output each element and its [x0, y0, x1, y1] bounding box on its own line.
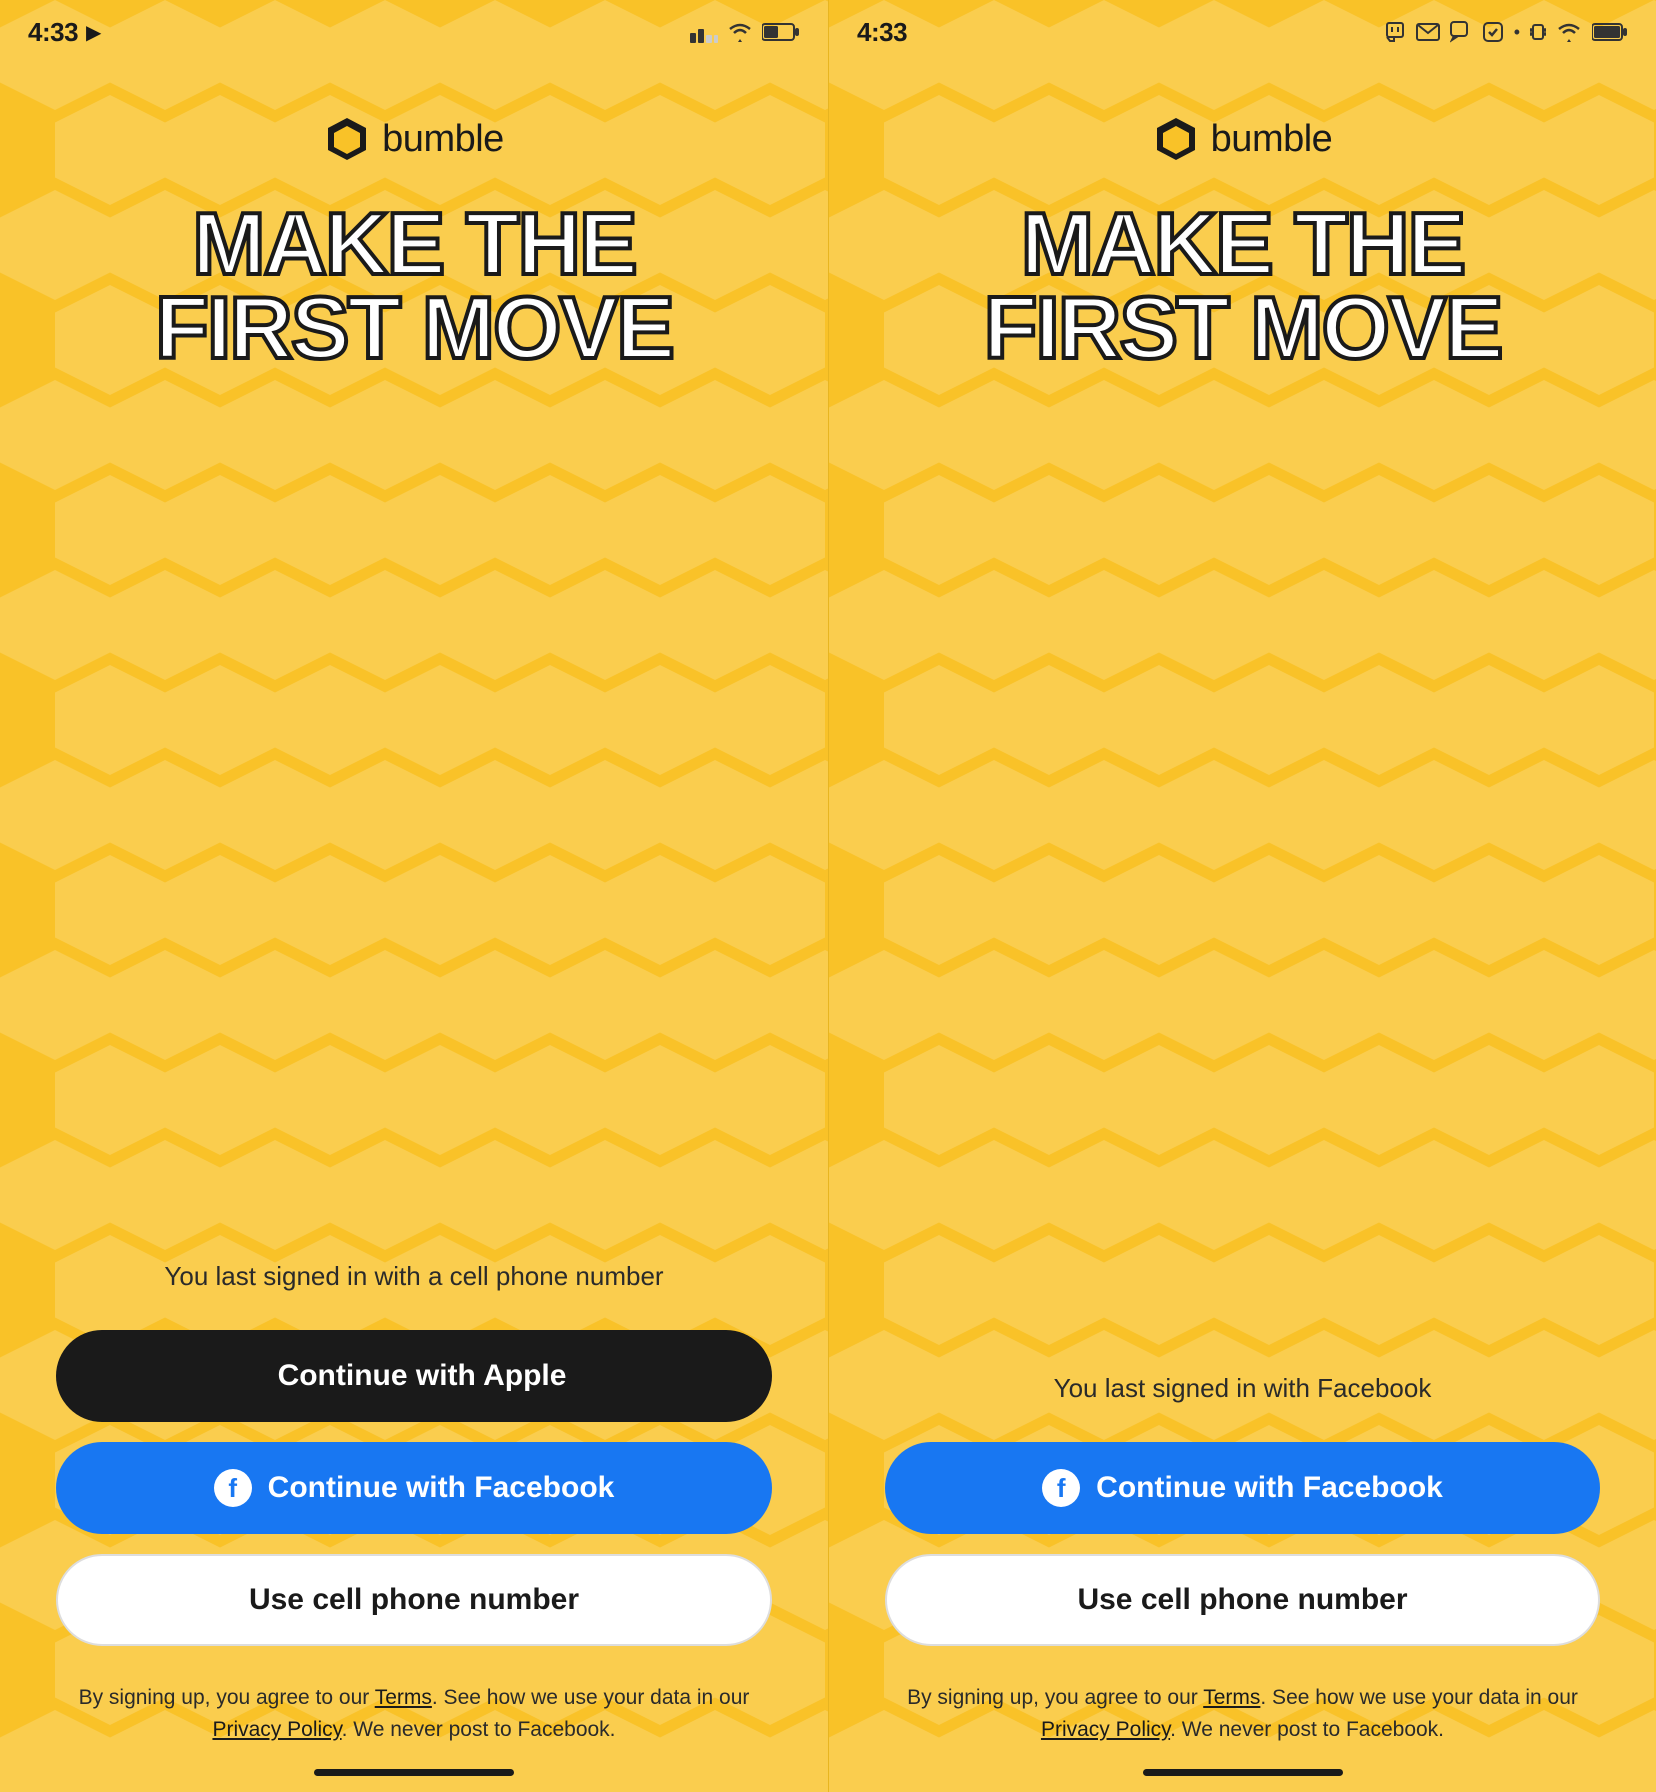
terms-link-left[interactable]: Terms: [375, 1686, 432, 1709]
last-signed-left: You last signed in with a cell phone num…: [164, 1258, 663, 1294]
buttons-left: Continue with Apple f Continue with Face…: [56, 1330, 772, 1646]
facebook-icon-left: f: [214, 1469, 252, 1507]
headline-left: MAKE THEFIRST MOVE: [155, 202, 673, 369]
privacy-link-right[interactable]: Privacy Policy: [1041, 1718, 1170, 1741]
continue-facebook-label-right: Continue with Facebook: [1096, 1471, 1443, 1505]
badge-icon: [1482, 21, 1504, 43]
home-indicator-left: [314, 1769, 514, 1776]
terms-link-right[interactable]: Terms: [1203, 1686, 1260, 1709]
chat-icon: [1450, 21, 1472, 43]
logo-right: bumble: [1153, 116, 1333, 162]
signal-icon: [690, 21, 718, 43]
continue-facebook-button-right[interactable]: f Continue with Facebook: [885, 1442, 1600, 1534]
home-indicator-right: [1143, 1769, 1343, 1776]
logo-text-left: bumble: [382, 118, 504, 161]
mail-icon: [1416, 23, 1440, 41]
continue-apple-button[interactable]: Continue with Apple: [56, 1330, 772, 1422]
continue-facebook-label-left: Continue with Facebook: [268, 1471, 615, 1505]
headline-text-right: MAKE THEFIRST MOVE: [984, 202, 1502, 369]
use-phone-button-right[interactable]: Use cell phone number: [885, 1554, 1600, 1646]
status-time-left: 4:33: [28, 17, 78, 48]
logo-text-right: bumble: [1211, 118, 1333, 161]
wifi-icon-right: [1556, 22, 1582, 42]
left-content: bumble MAKE THEFIRST MOVE You last signe…: [0, 56, 828, 1769]
headline-text-left: MAKE THEFIRST MOVE: [155, 202, 673, 369]
notification-icons-right: •: [1384, 21, 1628, 43]
left-screen: 4:33 ▶: [0, 0, 828, 1792]
last-signed-right: You last signed in with Facebook: [1054, 1370, 1432, 1406]
dot-icon: •: [1514, 22, 1520, 43]
battery-icon: [762, 21, 800, 43]
logo-left: bumble: [324, 116, 504, 162]
location-icon: ▶: [86, 20, 101, 45]
headline-right: MAKE THEFIRST MOVE: [984, 202, 1502, 369]
status-time-right: 4:33: [857, 17, 907, 48]
terms-text-left: By signing up, you agree to our Terms. S…: [56, 1682, 772, 1745]
terms-text-right: By signing up, you agree to our Terms. S…: [885, 1682, 1600, 1745]
continue-apple-label: Continue with Apple: [278, 1359, 567, 1393]
use-phone-label-left: Use cell phone number: [249, 1583, 579, 1617]
status-icons-left: [690, 21, 800, 43]
use-phone-label-right: Use cell phone number: [1077, 1583, 1407, 1617]
continue-facebook-button-left[interactable]: f Continue with Facebook: [56, 1442, 772, 1534]
buttons-right: f Continue with Facebook Use cell phone …: [885, 1442, 1600, 1646]
vibrate-icon: [1530, 21, 1546, 43]
status-bar-left: 4:33 ▶: [0, 0, 828, 56]
twitch-icon: [1384, 21, 1406, 43]
facebook-icon-right: f: [1042, 1469, 1080, 1507]
right-content: bumble MAKE THEFIRST MOVE You last signe…: [829, 56, 1656, 1769]
privacy-link-left[interactable]: Privacy Policy: [212, 1718, 341, 1741]
battery-icon-right: [1592, 21, 1628, 43]
bumble-logo-icon-left: [324, 116, 370, 162]
bumble-logo-icon-right: [1153, 116, 1199, 162]
wifi-icon: [726, 21, 754, 43]
use-phone-button-left[interactable]: Use cell phone number: [56, 1554, 772, 1646]
right-screen: 4:33 •: [828, 0, 1656, 1792]
status-bar-right: 4:33 •: [829, 0, 1656, 56]
